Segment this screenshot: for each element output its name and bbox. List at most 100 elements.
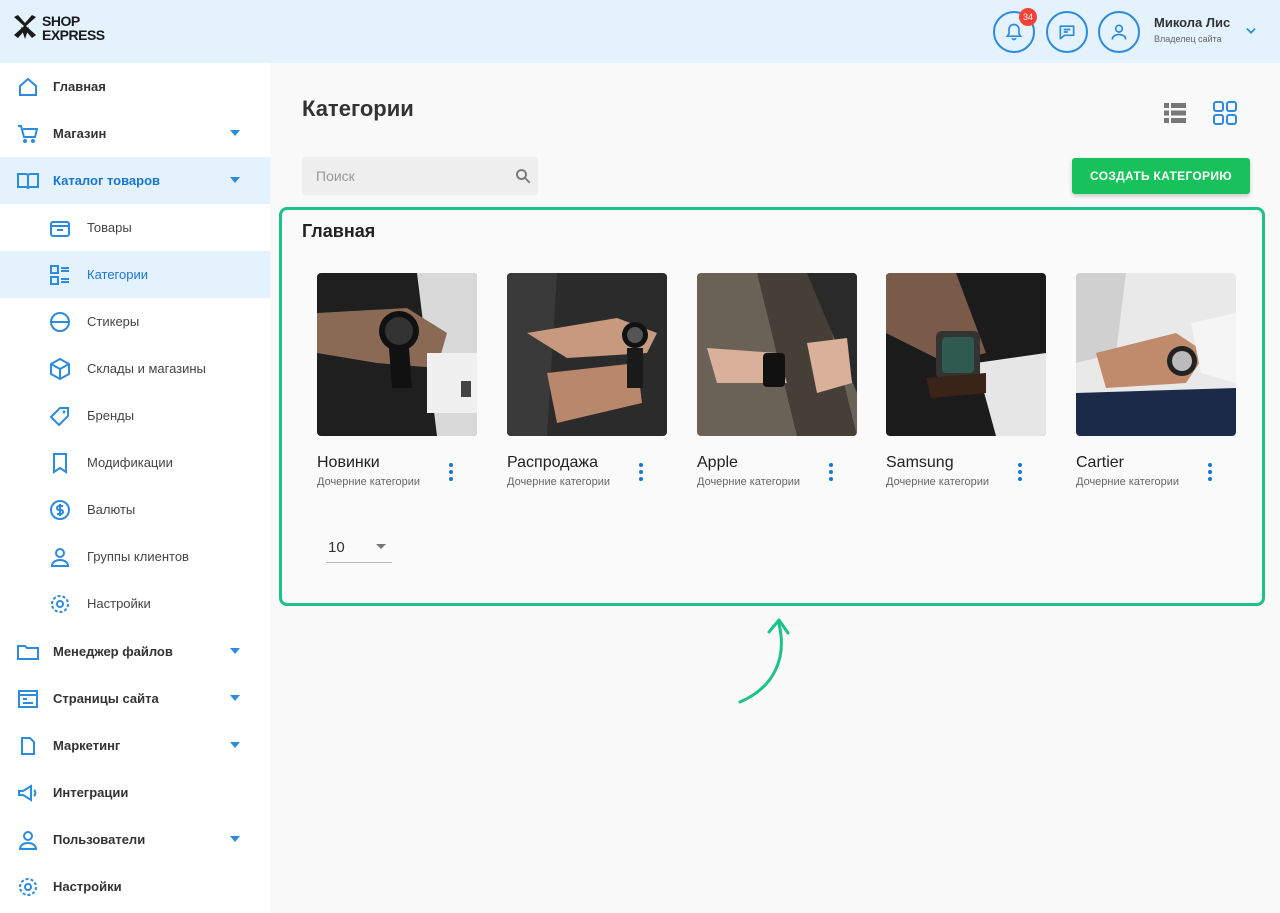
category-name[interactable]: Samsung: [886, 454, 954, 472]
sidebar-item-label: Пользователи: [53, 832, 146, 847]
category-image[interactable]: [886, 273, 1046, 436]
category-card[interactable]: Новинки Дочерние категории: [317, 273, 477, 488]
category-card[interactable]: Samsung Дочерние категории: [886, 273, 1046, 488]
search-box: [302, 157, 538, 195]
sidebar-item-file-manager[interactable]: Менеджер файлов: [0, 628, 270, 675]
sidebar: Главная Магазин Каталог товаров Товары К…: [0, 63, 270, 913]
dropdown-arrow-icon: [376, 544, 386, 549]
warehouse-icon: [50, 357, 70, 381]
sidebar-item-client-groups[interactable]: Группы клиентов: [0, 533, 270, 580]
chevron-down-icon[interactable]: [1244, 24, 1258, 38]
category-card[interactable]: Cartier Дочерние категории: [1076, 273, 1236, 488]
sidebar-item-label: Склады и магазины: [87, 361, 206, 376]
sidebar-item-warehouses[interactable]: Склады и магазины: [0, 345, 270, 392]
sidebar-item-home[interactable]: Главная: [0, 63, 270, 110]
sidebar-item-users[interactable]: Пользователи: [0, 816, 270, 863]
more-vert-icon[interactable]: [444, 462, 458, 482]
category-subtitle: Дочерние категории: [317, 476, 421, 488]
grid-view-icon[interactable]: [1212, 100, 1238, 126]
sidebar-item-catalog[interactable]: Каталог товаров: [0, 157, 270, 204]
group-title: Главная: [302, 221, 376, 241]
search-icon[interactable]: [514, 167, 532, 185]
category-name[interactable]: Распродажа: [507, 454, 598, 472]
chevron-down-icon: [230, 177, 240, 183]
category-subtitle: Дочерние категории: [697, 476, 801, 488]
chat-icon: [1059, 25, 1075, 40]
category-name[interactable]: Apple: [697, 454, 738, 472]
category-card[interactable]: Apple Дочерние категории: [697, 273, 857, 488]
sidebar-item-site-pages[interactable]: Страницы сайта: [0, 675, 270, 722]
page-title: Категории: [302, 96, 414, 121]
more-vert-icon[interactable]: [1013, 462, 1027, 482]
user-icon: [18, 831, 38, 850]
sidebar-item-label: Модификации: [87, 455, 173, 470]
category-card[interactable]: Распродажа Дочерние категории: [507, 273, 667, 488]
list-view-icon[interactable]: [1162, 100, 1188, 126]
search-input[interactable]: [302, 157, 538, 195]
sidebar-item-label: Главная: [53, 79, 106, 94]
category-group-panel: Главная Новинки Дочерние категории Распр…: [279, 207, 1265, 606]
cart-icon: [18, 125, 39, 143]
sidebar-item-label: Каталог товаров: [53, 173, 161, 188]
sidebar-item-marketing[interactable]: Маркетинг: [0, 722, 270, 769]
create-category-button[interactable]: СОЗДАТЬ КАТЕГОРИЮ: [1072, 158, 1250, 194]
users-icon: [50, 548, 70, 567]
sidebar-item-shop[interactable]: Магазин: [0, 110, 270, 157]
sidebar-item-label: Валюты: [87, 502, 136, 517]
sidebar-item-label: Настройки: [87, 596, 151, 611]
sidebar-item-label: Менеджер файлов: [53, 644, 173, 659]
sidebar-item-label: Бренды: [87, 408, 135, 423]
sidebar-item-stickers[interactable]: Стикеры: [0, 298, 270, 345]
more-vert-icon[interactable]: [1203, 462, 1217, 482]
folder-icon: [17, 645, 39, 660]
category-subtitle: Дочерние категории: [886, 476, 990, 488]
sidebar-item-label: Категории: [87, 267, 148, 282]
category-image[interactable]: [697, 273, 857, 436]
gear-icon: [51, 595, 69, 613]
category-subtitle: Дочерние категории: [507, 476, 611, 488]
chevron-down-icon: [230, 648, 240, 654]
sidebar-item-label: Группы клиентов: [87, 549, 189, 564]
bookmark-icon: [53, 453, 67, 474]
category-image[interactable]: [317, 273, 477, 436]
home-icon: [19, 77, 37, 96]
chevron-down-icon: [230, 695, 240, 701]
more-vert-icon[interactable]: [824, 462, 838, 482]
logo-text-line2: EXPRESS: [42, 27, 105, 43]
more-vert-icon[interactable]: [634, 462, 648, 482]
logo-icon: [14, 15, 36, 39]
annotation-arrow-icon: [738, 618, 790, 704]
page-size-select[interactable]: 10: [326, 531, 392, 563]
book-icon: [17, 173, 39, 190]
pages-icon: [18, 690, 38, 708]
sidebar-item-products[interactable]: Товары: [0, 204, 270, 251]
messages-button[interactable]: [1046, 11, 1088, 53]
sidebar-item-currencies[interactable]: Валюты: [0, 486, 270, 533]
marketing-icon: [21, 737, 35, 755]
chevron-down-icon: [230, 130, 240, 136]
sidebar-item-label: Магазин: [53, 126, 107, 141]
category-image[interactable]: [1076, 273, 1236, 436]
sidebar-item-settings[interactable]: Настройки: [0, 863, 270, 910]
logo-text-line1: SHOP: [42, 13, 80, 29]
category-name[interactable]: Новинки: [317, 454, 380, 472]
dollar-icon: [50, 500, 70, 520]
notifications-button[interactable]: 34: [993, 8, 1037, 53]
sidebar-item-brands[interactable]: Бренды: [0, 392, 270, 439]
tag-icon: [49, 407, 69, 427]
sidebar-item-catalog-settings[interactable]: Настройки: [0, 580, 270, 627]
category-name[interactable]: Cartier: [1076, 454, 1124, 472]
sidebar-item-label: Интеграции: [53, 785, 129, 800]
profile-button[interactable]: [1098, 11, 1140, 53]
shop-express-logo[interactable]: SHOP EXPRESS: [12, 14, 105, 42]
sidebar-item-categories[interactable]: Категории: [0, 251, 270, 298]
sidebar-item-label: Стикеры: [87, 314, 140, 329]
category-image[interactable]: [507, 273, 667, 436]
chevron-down-icon: [230, 742, 240, 748]
sidebar-item-integrations[interactable]: Интеграции: [0, 769, 270, 816]
user-name[interactable]: Микола Лис: [1154, 15, 1230, 30]
sidebar-item-label: Маркетинг: [53, 738, 121, 753]
sticker-icon: [50, 312, 70, 332]
sidebar-item-modifications[interactable]: Модификации: [0, 439, 270, 486]
notifications-badge: 34: [1019, 8, 1037, 26]
